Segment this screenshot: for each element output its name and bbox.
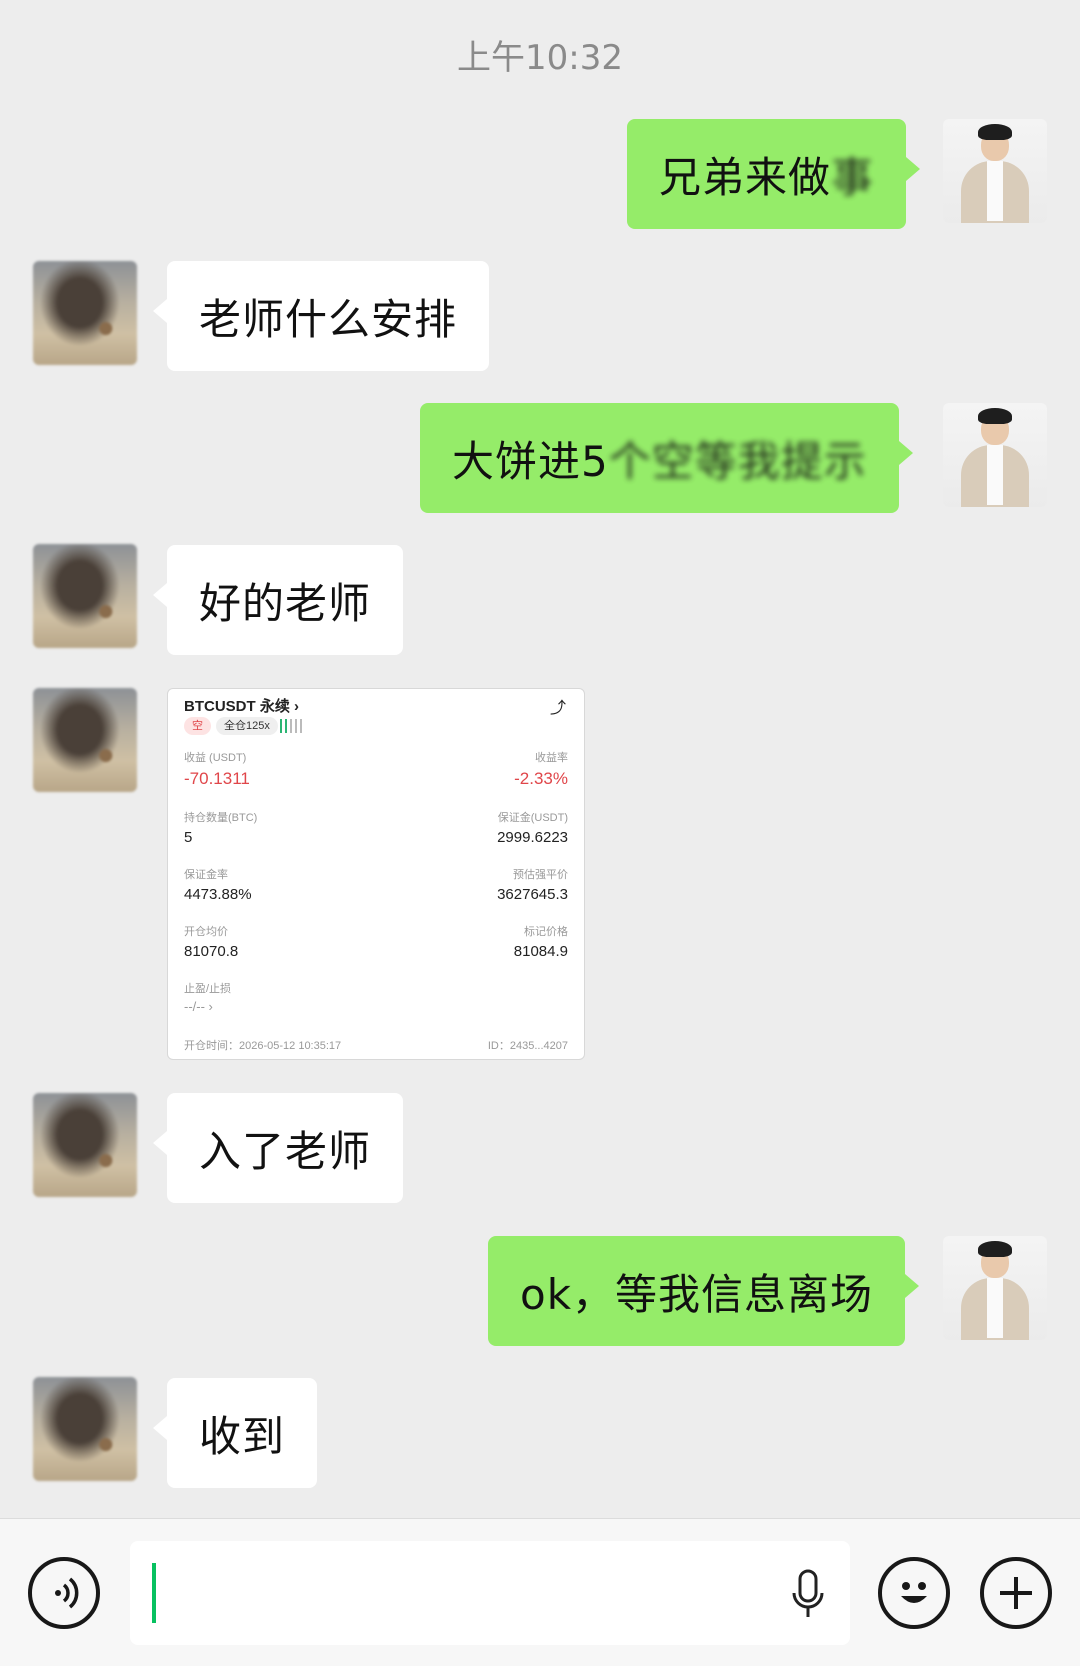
message-input[interactable] [130,1541,850,1645]
share-icon: ⤴ [549,700,566,717]
liq-label: 预估强平价 [513,869,568,881]
position-id: ID：2435...4207 [487,1040,568,1052]
roe-value: -2.33% [514,769,568,788]
margin-label: 保证金(USDT) [497,812,568,824]
roe-label: 收益率 [535,752,568,764]
message-text: ok，等我信息离场 [520,1269,874,1319]
message-bubble-incoming[interactable]: 老师什么安排 [152,261,490,371]
side-tag: 空 [184,717,211,735]
contact-avatar[interactable] [33,261,137,365]
card-title: BTCUSDT 永续 › [184,698,299,715]
message-text: 入了老师 [199,1126,372,1176]
message-text-blurred: 个空等我提示 [608,436,867,486]
message-text: 好的老师 [199,578,372,628]
entry-label: 开仓均价 [184,926,228,938]
microphone-icon[interactable] [788,1569,828,1625]
margin-ratio-label: 保证金率 [184,869,228,881]
my-avatar[interactable] [943,1236,1047,1340]
plus-icon[interactable] [980,1557,1052,1629]
qty-label: 持仓数量(BTC) [184,812,258,824]
entry-value: 81070.8 [184,943,239,960]
message-text-blurred: 事 [831,152,875,202]
message-bubble-outgoing[interactable]: ok，等我信息离场 [488,1236,920,1346]
margin-ratio-value: 4473.88% [184,886,252,903]
pnl-value: -70.1311 [184,769,250,788]
text-cursor [152,1563,156,1623]
my-avatar[interactable] [943,403,1047,507]
message-text: 收到 [199,1411,286,1461]
liq-value: 3627645.3 [497,886,568,903]
contact-avatar[interactable] [33,544,137,648]
my-avatar[interactable] [943,119,1047,223]
emoji-icon[interactable] [878,1557,950,1629]
message-text: 大饼进5 [452,436,609,486]
tpsl-value: --/-- › [184,999,213,1014]
open-time: 开仓时间：2026-05-12 10:35:17 [184,1040,342,1052]
pnl-label: 收益 (USDT) [184,752,247,764]
contact-avatar[interactable] [33,1093,137,1197]
signal-bars-icon [280,719,302,733]
message-text: 老师什么安排 [199,294,458,344]
message-bubble-outgoing[interactable]: 大饼进5 个空等我提示 [420,403,913,513]
message-text: 兄弟来做 [659,152,832,202]
tpsl-label: 止盈/止损 [184,983,232,995]
input-bar [0,1518,1080,1666]
contact-avatar[interactable] [33,1377,137,1481]
qty-value: 5 [184,829,193,846]
margin-value: 2999.6223 [497,829,568,846]
message-bubble-outgoing[interactable]: 兄弟来做事 [627,119,921,229]
mark-value: 81084.9 [513,943,568,960]
message-bubble-incoming[interactable]: 收到 [152,1378,318,1488]
voice-icon[interactable] [28,1557,100,1629]
trade-screenshot-image[interactable]: BTCUSDT 永续 › ⤴ 空 全仓125x 收益 (USDT) -70.13… [167,688,585,1060]
contact-avatar[interactable] [33,688,137,792]
timestamp: 上午10:32 [457,38,623,78]
message-bubble-incoming[interactable]: 入了老师 [152,1093,404,1203]
mark-label: 标记价格 [524,926,568,938]
leverage-tag: 全仓125x [216,717,278,735]
message-bubble-incoming[interactable]: 好的老师 [152,545,404,655]
